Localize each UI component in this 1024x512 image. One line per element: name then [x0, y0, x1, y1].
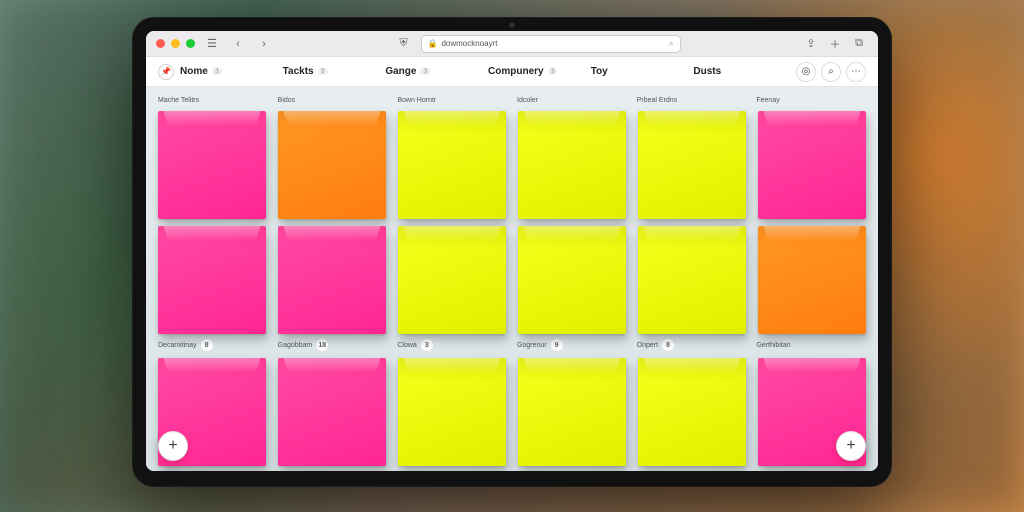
- sticky-note[interactable]: [638, 111, 746, 219]
- section-4[interactable]: Onpert8: [637, 339, 747, 351]
- sticky-note[interactable]: [758, 226, 866, 334]
- notes-row-2: [158, 226, 866, 334]
- sticky-note[interactable]: [398, 111, 506, 219]
- section-labels: Decamitinay8 Gagobbam18 Clowa3 Gogrenur9…: [158, 339, 866, 351]
- window-controls: [156, 39, 195, 48]
- section-0[interactable]: Decamitinay8: [158, 339, 268, 351]
- sticky-note[interactable]: [518, 226, 626, 334]
- sublabel-4: Prbeal Erdns: [637, 97, 747, 104]
- column-header-2[interactable]: Gange3: [385, 66, 482, 77]
- search-icon: ⌕: [669, 39, 673, 49]
- tabs-icon[interactable]: ⧉: [850, 35, 868, 53]
- sublabel-2: Bown Horntr: [397, 97, 507, 104]
- sublabel-3: Idcoler: [517, 97, 627, 104]
- share-icon[interactable]: ⇪: [802, 35, 820, 53]
- back-icon[interactable]: ‹: [229, 35, 247, 53]
- sublabel-1: Bidos: [278, 97, 388, 104]
- section-1[interactable]: Gagobbam18: [278, 339, 388, 351]
- sticky-note[interactable]: [158, 226, 266, 334]
- pin-icon[interactable]: 📌: [158, 64, 174, 80]
- forward-icon[interactable]: ›: [255, 35, 273, 53]
- column-sublabels: Mache Telitrs Bidos Bown Horntr Idcoler …: [158, 97, 866, 104]
- column-header-5[interactable]: Dusts: [693, 66, 790, 77]
- add-note-button[interactable]: +: [158, 431, 188, 461]
- close-button[interactable]: [156, 39, 165, 48]
- maximize-button[interactable]: [186, 39, 195, 48]
- column-header-4[interactable]: Toy: [591, 66, 688, 77]
- address-bar[interactable]: 🔒 dowmocknoayrt ⌕: [421, 35, 681, 53]
- notes-row-3: [158, 358, 866, 466]
- sticky-note[interactable]: [518, 111, 626, 219]
- column-header-1[interactable]: Tackts3: [283, 66, 380, 77]
- sublabel-0: Mache Telitrs: [158, 97, 268, 104]
- camera-dot: [509, 22, 515, 28]
- browser-titlebar: ☰ ‹ › ⛨ 🔒 dowmocknoayrt ⌕ ⇪ ＋ ⧉: [146, 31, 878, 57]
- add-icon[interactable]: ＋: [826, 35, 844, 53]
- user-icon[interactable]: ◎: [796, 62, 816, 82]
- sidebar-toggle-icon[interactable]: ☰: [203, 35, 221, 53]
- section-2[interactable]: Clowa3: [397, 339, 507, 351]
- sublabel-5: Feenay: [756, 97, 866, 104]
- sticky-note[interactable]: [758, 111, 866, 219]
- board-header: 📌 Nome3 Tackts3 Gange3 Compunery3 Toy Du…: [146, 57, 878, 87]
- notes-row-1: [158, 111, 866, 219]
- screen: ☰ ‹ › ⛨ 🔒 dowmocknoayrt ⌕ ⇪ ＋ ⧉ 📌 Nome3 …: [146, 31, 878, 471]
- sticky-note[interactable]: [398, 358, 506, 466]
- more-icon[interactable]: ⋯: [846, 62, 866, 82]
- sticky-note[interactable]: [158, 111, 266, 219]
- kanban-board: Mache Telitrs Bidos Bown Horntr Idcoler …: [146, 87, 878, 471]
- sticky-note[interactable]: [278, 358, 386, 466]
- section-3[interactable]: Gogrenur9: [517, 339, 627, 351]
- url-text: dowmocknoayrt: [441, 39, 497, 48]
- sticky-note[interactable]: [398, 226, 506, 334]
- column-header-3[interactable]: Compunery3: [488, 66, 585, 77]
- column-header-0[interactable]: Nome3: [180, 66, 277, 77]
- monitor-frame: ☰ ‹ › ⛨ 🔒 dowmocknoayrt ⌕ ⇪ ＋ ⧉ 📌 Nome3 …: [132, 17, 892, 487]
- search-button[interactable]: ⌕: [821, 62, 841, 82]
- sticky-note[interactable]: [278, 111, 386, 219]
- sticky-note[interactable]: [518, 358, 626, 466]
- sticky-note[interactable]: [638, 358, 746, 466]
- sticky-note[interactable]: [638, 226, 746, 334]
- minimize-button[interactable]: [171, 39, 180, 48]
- sticky-note[interactable]: [278, 226, 386, 334]
- shield-icon[interactable]: ⛨: [395, 35, 413, 53]
- section-5[interactable]: Gerthibitan: [756, 339, 866, 351]
- add-note-button-right[interactable]: +: [836, 431, 866, 461]
- lock-icon: 🔒: [428, 39, 438, 48]
